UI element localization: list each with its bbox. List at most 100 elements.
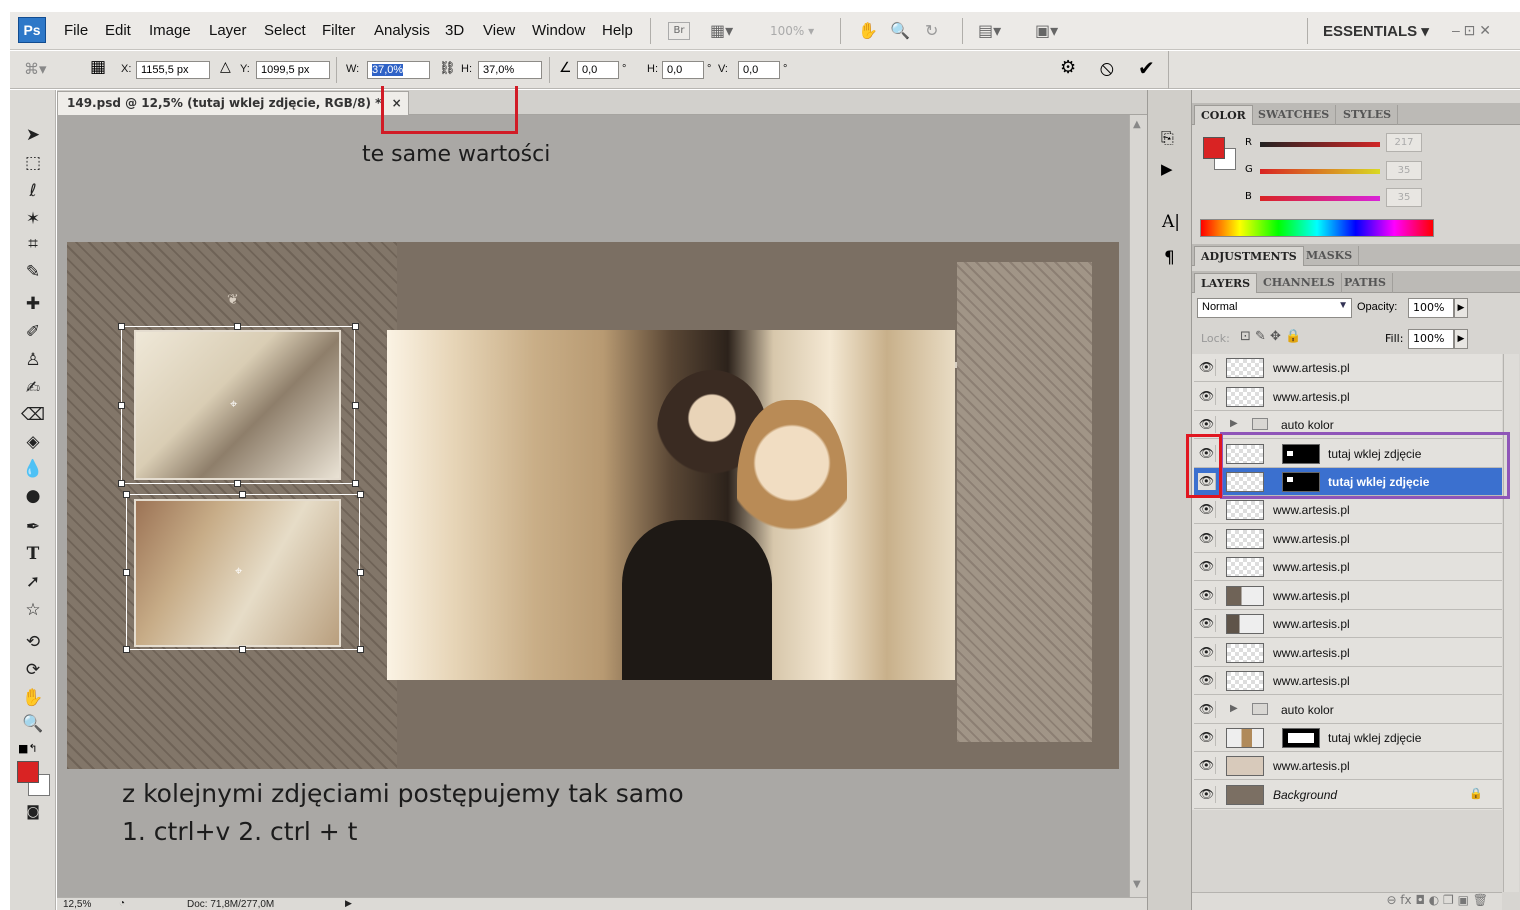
transform-handle[interactable] <box>352 480 359 487</box>
tab-paths[interactable]: PATHS <box>1338 273 1393 293</box>
crop-tool-icon[interactable]: ⌗ <box>20 232 46 256</box>
transform-center-icon[interactable]: ⌖ <box>230 397 237 412</box>
quick-mask-icon[interactable]: ◙ <box>20 800 46 824</box>
layers-footer-icons[interactable]: ⊖ fx ◘ ◐ ❐ ▣ 🗑 <box>1192 892 1502 910</box>
hand-tool-icon[interactable]: ✋ <box>20 686 46 710</box>
character-panel-icon[interactable]: A| <box>1162 212 1180 232</box>
relative-position-icon[interactable]: △ <box>220 59 231 75</box>
type-tool-icon[interactable]: T <box>20 542 46 566</box>
actions-panel-icon[interactable]: ▶ <box>1161 160 1173 178</box>
workspace-switcher[interactable]: ESSENTIALS ▾ <box>1323 22 1429 40</box>
transform-handle[interactable] <box>118 480 125 487</box>
layer-row[interactable]: 👁 www.artesis.pl <box>1194 553 1502 581</box>
color-fg-swatch[interactable] <box>1203 137 1225 159</box>
marquee-tool-icon[interactable]: ⬚ <box>20 151 46 175</box>
bridge-button[interactable]: Br <box>668 22 690 40</box>
tab-masks[interactable]: MASKS <box>1300 246 1360 266</box>
paint-bucket-icon[interactable]: ◈ <box>20 430 46 454</box>
default-colors-icon[interactable]: ■↰ <box>18 742 38 755</box>
layer-row[interactable]: 👁 www.artesis.pl <box>1194 610 1502 638</box>
color-b-slider[interactable] <box>1260 196 1380 201</box>
rotate-input[interactable]: 0,0 <box>577 61 619 79</box>
layer-row[interactable]: 👁 www.artesis.pl <box>1194 496 1502 524</box>
magic-wand-icon[interactable]: ✶ <box>20 207 46 231</box>
history-panel-icon[interactable]: ⎘ <box>1161 128 1174 148</box>
color-b-input[interactable]: 35 <box>1386 188 1422 207</box>
layer-row-background[interactable]: 👁 Background 🔒 <box>1194 781 1502 809</box>
opacity-slider-arrow-icon[interactable]: ▶ <box>1454 298 1468 318</box>
hand-tool-icon[interactable]: ✋ <box>858 20 878 42</box>
brush-tool-icon[interactable]: ✐ <box>20 320 46 344</box>
vertical-scrollbar[interactable]: ▲ ▼ <box>1129 115 1147 897</box>
group-expand-icon[interactable]: ▶ <box>1230 418 1238 429</box>
3d-orbit-icon[interactable]: ⟳ <box>20 658 46 682</box>
visibility-eye-icon[interactable]: 👁 <box>1198 701 1216 718</box>
shape-tool-icon[interactable]: ☆ <box>20 598 46 622</box>
opacity-input[interactable]: 100% <box>1408 298 1454 318</box>
document-tab[interactable]: 149.psd @ 12,5% (tutaj wklej zdjęcie, RG… <box>57 91 409 115</box>
3d-rotate-icon[interactable]: ⟲ <box>20 630 46 654</box>
dodge-tool-icon[interactable]: ● <box>20 484 46 508</box>
menu-edit[interactable]: Edit <box>105 22 131 39</box>
blur-tool-icon[interactable]: 💧 <box>20 457 46 481</box>
transform-handle[interactable] <box>123 569 130 576</box>
transform-handle[interactable] <box>123 491 130 498</box>
path-selection-icon[interactable]: ➚ <box>20 570 46 594</box>
transform-handle[interactable] <box>239 646 246 653</box>
healing-brush-icon[interactable]: ✚ <box>20 292 46 316</box>
menu-image[interactable]: Image <box>149 22 191 39</box>
tab-color[interactable]: COLOR <box>1194 105 1253 125</box>
visibility-eye-icon[interactable]: 👁 <box>1198 786 1216 803</box>
y-position-input[interactable]: 1099,5 px <box>256 61 330 79</box>
visibility-eye-icon[interactable]: 👁 <box>1198 587 1216 604</box>
cancel-transform-button[interactable]: ⦸ <box>1100 56 1114 81</box>
transform-handle[interactable] <box>118 323 125 330</box>
visibility-eye-icon[interactable]: 👁 <box>1198 615 1216 632</box>
tab-adjustments[interactable]: ADJUSTMENTS <box>1194 246 1304 266</box>
eyedropper-icon[interactable]: ✎ <box>20 260 46 284</box>
tab-styles[interactable]: STYLES <box>1337 105 1399 125</box>
menu-filter[interactable]: Filter <box>322 22 355 39</box>
eraser-tool-icon[interactable]: ⌫ <box>20 403 46 427</box>
tool-preset-icon[interactable]: ⌘▾ <box>24 60 47 78</box>
transform-handle[interactable] <box>234 480 241 487</box>
commit-transform-button[interactable]: ✔ <box>1138 56 1155 80</box>
menu-3d[interactable]: 3D <box>445 22 464 39</box>
history-brush-icon[interactable]: ✍ <box>20 376 46 400</box>
status-info-icon[interactable]: ◔ <box>119 898 125 909</box>
tab-swatches[interactable]: SWATCHES <box>1252 105 1337 125</box>
paragraph-panel-icon[interactable]: ¶ <box>1164 248 1175 268</box>
visibility-eye-icon[interactable]: 👁 <box>1198 757 1216 774</box>
document-artwork[interactable]: ❦ ⌖ ⌖ <box>67 242 1119 769</box>
visibility-eye-icon[interactable]: 👁 <box>1198 530 1216 547</box>
window-controls[interactable]: – ⊡ ✕ <box>1452 22 1491 39</box>
transform-handle[interactable] <box>118 402 125 409</box>
visibility-eye-icon[interactable]: 👁 <box>1198 729 1216 746</box>
layer-row[interactable]: 👁 tutaj wklej zdjęcie <box>1194 724 1502 752</box>
blend-mode-select[interactable]: Normal ▼ <box>1197 298 1352 318</box>
layer-row[interactable]: 👁 www.artesis.pl <box>1194 525 1502 553</box>
rotate-view-icon[interactable]: ↻ <box>925 20 938 42</box>
zoom-level[interactable]: 100% ▾ <box>770 20 814 42</box>
color-r-slider[interactable] <box>1260 142 1380 147</box>
reference-point-icon[interactable]: ▦ <box>90 57 106 77</box>
transform-handle[interactable] <box>357 646 364 653</box>
lasso-tool-icon[interactable]: ℓ <box>20 179 46 203</box>
h-skew-input[interactable]: 0,0 <box>662 61 704 79</box>
color-spectrum-ramp[interactable] <box>1200 219 1434 237</box>
color-r-input[interactable]: 217 <box>1386 133 1422 152</box>
visibility-eye-icon[interactable]: 👁 <box>1198 558 1216 575</box>
mini-bridge-icon[interactable]: ▦▾ <box>710 20 733 42</box>
visibility-eye-icon[interactable]: 👁 <box>1198 388 1216 405</box>
x-position-input[interactable]: 1155,5 px <box>136 61 210 79</box>
layer-row[interactable]: 👁 www.artesis.pl <box>1194 354 1502 382</box>
layer-row[interactable]: 👁 www.artesis.pl <box>1194 667 1502 695</box>
transform-bounding-box[interactable] <box>126 494 360 650</box>
menu-select[interactable]: Select <box>264 22 306 39</box>
layer-row[interactable]: 👁 www.artesis.pl <box>1194 639 1502 667</box>
visibility-eye-icon[interactable]: 👁 <box>1198 359 1216 376</box>
transform-handle[interactable] <box>234 323 241 330</box>
clone-stamp-icon[interactable]: ♙ <box>20 348 46 372</box>
move-tool-icon[interactable]: ➤ <box>20 123 46 147</box>
foreground-color-swatch[interactable] <box>17 761 39 783</box>
